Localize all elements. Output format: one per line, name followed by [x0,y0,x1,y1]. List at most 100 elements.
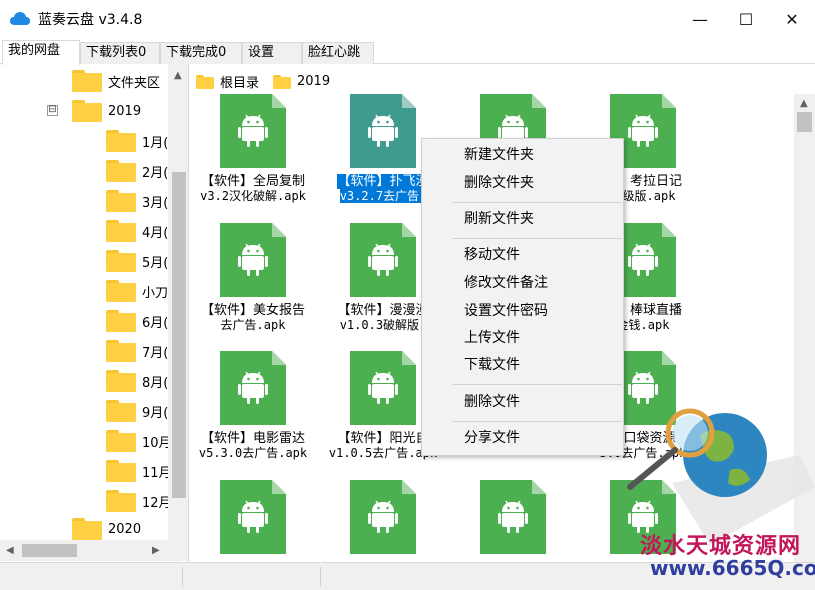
apk-file-icon [220,94,286,168]
folder-icon [72,518,102,540]
tree-item-child[interactable]: 10月 [106,426,172,456]
folder-icon [106,400,136,422]
android-icon [368,371,398,404]
folder-icon [106,220,136,242]
minimize-button[interactable]: — [677,0,723,38]
breadcrumb-root[interactable]: 根目录 [220,72,259,91]
tree-item-child[interactable]: 2月( [106,156,168,186]
tree-item-child[interactable]: 5月( [106,246,168,276]
menu-separator [452,421,622,422]
folder-icon [106,310,136,332]
tree-item-label: 7月( [142,345,169,361]
apk-file-icon [220,351,286,425]
android-icon [238,371,268,404]
tree-item-child[interactable]: 小刀 [106,276,168,306]
tree-vertical-scroll-thumb[interactable] [172,172,186,498]
file-item[interactable]: 【软件】美女报告 去广告.apk [190,223,316,333]
tree-item-child[interactable]: 3月( [106,186,168,216]
file-name: 【软件】电影雷达 v5.3.0去广告.apk [190,431,316,461]
apk-file-icon [350,351,416,425]
tree-item-label: 2月( [142,165,169,181]
collapse-toggle[interactable]: ⊟ [47,105,58,116]
tree-item-label: 4月( [142,225,169,241]
file-item[interactable] [190,480,316,562]
file-vertical-scroll-thumb[interactable] [797,112,812,132]
android-icon [368,500,398,533]
file-item[interactable]: 【软件】全局复制 v3.2汉化破解.apk [190,94,316,204]
tab-blush[interactable]: 脸红心跳 [302,42,374,64]
file-name-line1: 【软件】美女报告 [200,303,305,318]
folder-tree[interactable]: 文件夹区 ⊟ 2019 1月( 2月( 3月( 4月( 5月( 小刀 6月( 7… [0,64,189,562]
menu-upload-file[interactable]: 上传文件 [464,328,520,348]
file-name: 【软件】全局复制 v3.2汉化破解.apk [190,174,316,204]
tree-item-root[interactable]: 文件夹区 [72,66,160,96]
scroll-left-arrow[interactable]: ◀ [6,545,14,556]
folder-icon [106,250,136,272]
file-name-line2: v1.0.3破解版. [339,318,427,332]
breadcrumb: 根目录 2019 [196,72,330,91]
menu-separator [452,384,622,385]
tree-item-child[interactable]: 11月 [106,456,172,486]
scroll-right-arrow[interactable]: ▶ [152,545,160,556]
menu-new-folder[interactable]: 新建文件夹 [464,145,534,165]
file-name-line2: 去广告.apk [220,318,286,332]
tab-download-list[interactable]: 下载列表0 [80,42,160,64]
menu-refresh-folder[interactable]: 刷新文件夹 [464,209,534,229]
status-divider [320,567,321,587]
tree-item-label: 6月( [142,315,169,331]
tree-item-child[interactable]: 1月( [106,126,168,156]
android-icon [238,114,268,147]
folder-icon [106,130,136,152]
file-item[interactable] [320,480,446,562]
tab-settings[interactable]: 设置 [242,42,302,64]
title-bar: 蓝奏云盘 v3.4.8 — ☐ ✕ [0,0,815,38]
file-name-line1: 【软件】阳光自 [337,431,429,446]
tree-item-child[interactable]: 8月( [106,366,168,396]
tree-horizontal-scroll-thumb[interactable] [22,544,77,557]
menu-separator [452,202,622,203]
tree-item-2019[interactable]: 2019 [72,96,141,126]
breadcrumb-current[interactable]: 2019 [297,74,330,89]
folder-icon [72,100,102,122]
file-name-line2: v3.2汉化破解.apk [200,189,306,203]
tab-my-disk[interactable]: 我的网盘 [2,40,80,65]
android-icon [628,114,658,147]
android-icon [368,243,398,276]
file-item[interactable] [450,480,576,562]
file-item[interactable]: 【软件】电影雷达 v5.3.0去广告.apk [190,351,316,461]
file-name: 【软件】美女报告 去广告.apk [190,303,316,333]
scroll-up-arrow[interactable]: ▲ [800,98,808,109]
menu-separator [452,238,622,239]
apk-file-icon [220,480,286,554]
tab-bar: 我的网盘 下载列表0 下载完成0 设置 脸红心跳 [0,38,815,65]
menu-delete-folder[interactable]: 删除文件夹 [464,173,534,193]
file-name-line1: 【软件】全局复制 [200,174,305,189]
menu-delete-file[interactable]: 删除文件 [464,392,520,412]
menu-edit-note[interactable]: 修改文件备注 [464,273,548,293]
tree-item-label: 小刀 [142,285,169,301]
file-name-line1: 【软件】电影雷达 [200,431,305,446]
tree-item-child[interactable]: 9月( [106,396,168,426]
android-icon [498,500,528,533]
folder-icon [106,460,136,482]
tree-item-child[interactable]: 7月( [106,336,168,366]
scroll-up-arrow[interactable]: ▲ [174,70,182,81]
folder-icon [106,490,136,512]
tree-item-child[interactable]: 4月( [106,216,168,246]
tree-item-child[interactable]: 6月( [106,306,168,336]
menu-share-file[interactable]: 分享文件 [464,428,520,448]
menu-download-file[interactable]: 下载文件 [464,355,520,375]
menu-move-file[interactable]: 移动文件 [464,245,520,265]
cloud-icon [10,12,30,25]
file-name-line2: 金钱.apk [616,318,670,332]
watermark-url: www.6665Q.com [650,556,815,580]
android-icon [368,114,398,147]
tree-item-label: 3月( [142,195,169,211]
tree-item-child[interactable]: 12月 [106,486,172,516]
tab-download-done[interactable]: 下载完成0 [160,42,242,64]
file-name-line1: 【软件】漫漫漫 [337,303,429,318]
window-title: 蓝奏云盘 v3.4.8 [38,12,143,28]
maximize-button[interactable]: ☐ [723,0,769,38]
menu-set-password[interactable]: 设置文件密码 [464,301,548,321]
close-button[interactable]: ✕ [769,0,815,38]
